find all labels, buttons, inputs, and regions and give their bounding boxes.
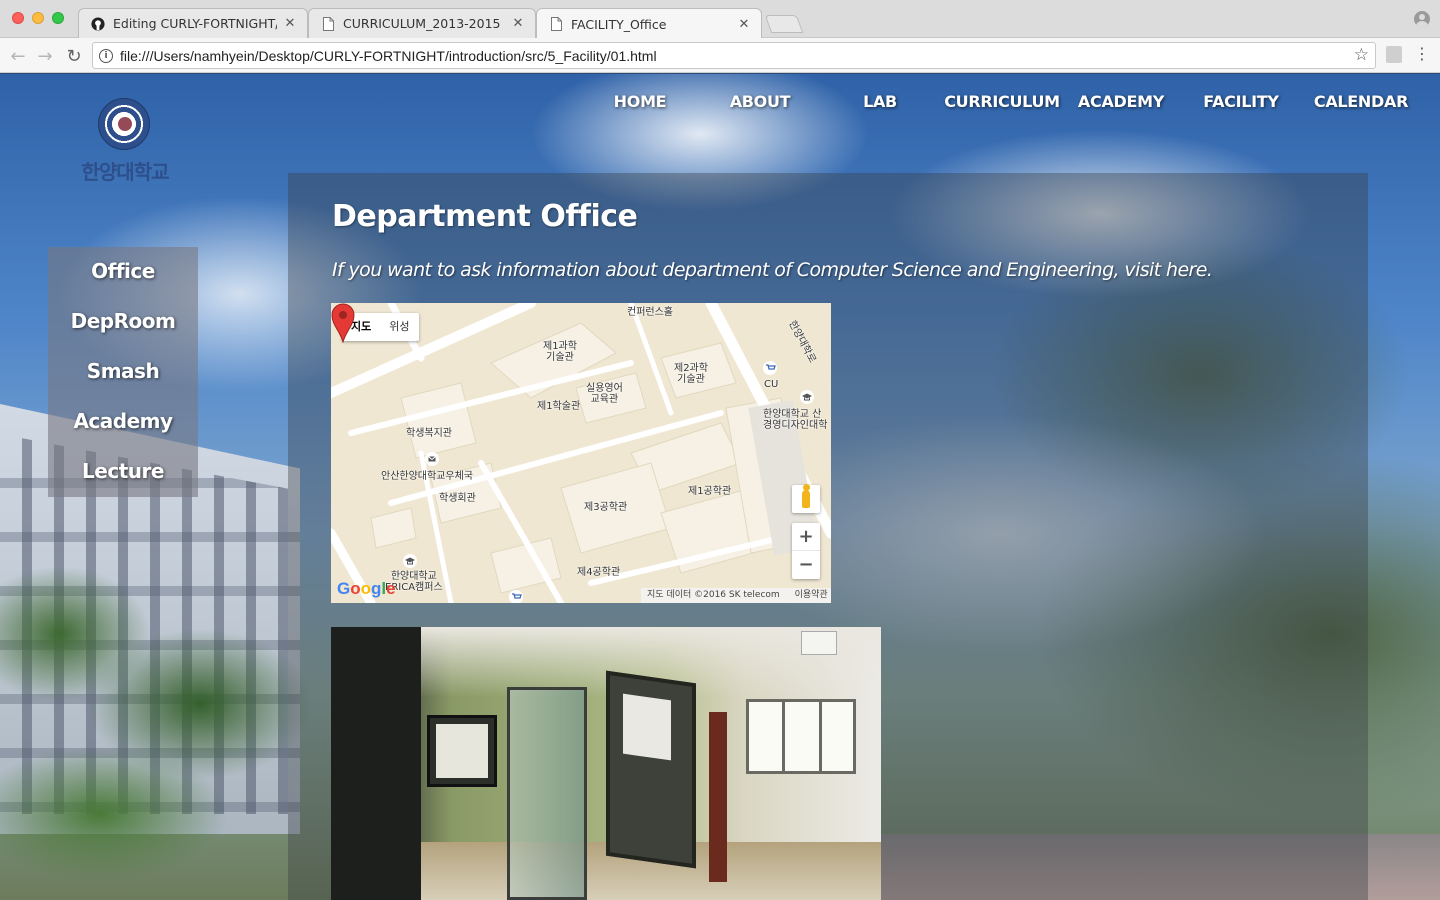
tab-close-icon[interactable]: ✕ <box>283 16 297 31</box>
map-label: CU <box>764 379 779 390</box>
map-label: 컨퍼런스홀 <box>627 307 673 318</box>
profile-icon[interactable] <box>1414 11 1430 27</box>
map-label: 안산한양대학교우체국 <box>381 471 473 482</box>
browser-tab-facility-office[interactable]: FACILITY_Office ✕ <box>536 8 762 39</box>
tab-title: FACILITY_Office <box>571 16 667 32</box>
side-item-office[interactable]: Office <box>48 259 198 283</box>
new-tab-button[interactable] <box>764 15 804 33</box>
map-label: 학생회관 <box>439 493 476 504</box>
map-label: 제3공학관 <box>584 502 628 513</box>
post-office-icon <box>425 452 439 466</box>
photo-red-door <box>709 712 727 882</box>
google-logo-letter: G <box>337 579 351 598</box>
map-terms-link[interactable]: 이용약관 <box>795 590 828 600</box>
map-label: 제4공학관 <box>577 567 621 578</box>
side-item-smash[interactable]: Smash <box>48 359 198 383</box>
top-navigation: HOME ABOUT LAB CURRICULUM ACADEMY FACILI… <box>580 92 1440 116</box>
tab-close-icon[interactable]: ✕ <box>737 17 751 32</box>
map-label: 제1학술관 <box>537 401 581 412</box>
nav-academy[interactable]: ACADEMY <box>1061 92 1181 111</box>
map-label: 학생복지관 <box>406 428 452 439</box>
photo-notice-paper <box>623 693 671 761</box>
university-seal-icon <box>98 98 150 150</box>
map-type-satellite-button[interactable]: 위성 <box>380 313 418 341</box>
address-bar[interactable]: i file:///Users/namhyein/Desktop/CURLY-F… <box>92 42 1376 69</box>
zoom-control: + − <box>792 523 820 579</box>
map-data-credit: 지도 데이터 ©2016 SK telecom <box>647 590 780 600</box>
browser-tab-bar: Editing CURLY-FORTNIGHT/RE ✕ CURRICULUM_… <box>0 0 1440 39</box>
document-icon <box>321 16 335 31</box>
shopping-cart-icon <box>763 361 777 375</box>
map-attribution: 지도 데이터 ©2016 SK telecom 이용약관 <box>641 588 831 603</box>
shopping-cart-icon <box>509 590 523 603</box>
map-label: 제1과학 기술관 <box>543 341 577 363</box>
reload-icon[interactable]: ↻ <box>63 45 85 67</box>
nav-lab[interactable]: LAB <box>820 92 940 111</box>
photo-door-frame <box>331 627 421 900</box>
browser-tab-curriculum[interactable]: CURRICULUM_2013-2015 ✕ <box>308 8 536 38</box>
nav-home[interactable]: HOME <box>580 92 700 111</box>
google-logo-letter: o <box>350 579 361 598</box>
close-window-button[interactable] <box>12 12 24 24</box>
nav-calendar[interactable]: CALENDAR <box>1301 92 1421 111</box>
back-arrow-icon[interactable]: ← <box>7 45 29 67</box>
tab-close-icon[interactable]: ✕ <box>511 16 525 31</box>
school-icon <box>800 390 814 404</box>
map-marker-icon[interactable] <box>331 303 355 343</box>
github-icon <box>91 16 105 31</box>
bookmark-star-icon[interactable]: ☆ <box>1354 45 1369 65</box>
nav-curriculum[interactable]: CURRICULUM <box>942 92 1062 111</box>
side-menu: Office DepRoom Smash Academy Lecture <box>48 247 198 497</box>
school-icon <box>403 554 417 568</box>
google-map[interactable]: 지도 위성 컨퍼런스홀 제1과학 기술관 제2과학 기술관 실용영어 교육관 제… <box>331 303 831 603</box>
document-icon <box>549 17 563 31</box>
url-text[interactable]: file:///Users/namhyein/Desktop/CURLY-FOR… <box>120 48 657 64</box>
nav-about[interactable]: ABOUT <box>700 92 820 111</box>
university-logo[interactable]: 한양대학교 <box>78 98 172 184</box>
page-description: If you want to ask information about dep… <box>332 259 1213 281</box>
logo-text: 한양대학교 <box>81 160 170 184</box>
photo-glass-door <box>507 687 587 900</box>
forward-arrow-icon[interactable]: → <box>34 45 56 67</box>
info-icon[interactable]: i <box>99 48 113 63</box>
page-title: Department Office <box>332 199 638 234</box>
map-label: 제1공학관 <box>688 486 732 497</box>
map-label: 제2과학 기술관 <box>674 363 708 385</box>
office-photo <box>331 627 881 900</box>
photo-wall-sign <box>427 715 497 787</box>
browser-tab-github[interactable]: Editing CURLY-FORTNIGHT/RE ✕ <box>78 8 308 38</box>
tab-title: CURRICULUM_2013-2015 <box>343 16 501 31</box>
photo-window <box>746 699 856 774</box>
background-trees <box>0 554 320 900</box>
minimize-window-button[interactable] <box>32 12 44 24</box>
side-item-deproom[interactable]: DepRoom <box>48 309 198 333</box>
zoom-window-button[interactable] <box>52 12 64 24</box>
map-label: 한양대학교 산 경영디자인대학 <box>763 409 828 431</box>
map-label: 실용영어 교육관 <box>586 383 623 405</box>
nav-facility[interactable]: FACILITY <box>1181 92 1301 111</box>
zoom-out-button[interactable]: − <box>792 551 820 579</box>
google-logo[interactable]: Google <box>337 579 396 599</box>
extension-icon[interactable] <box>1386 46 1402 63</box>
zoom-in-button[interactable]: + <box>792 523 820 551</box>
google-logo-letter: o <box>360 579 372 598</box>
side-item-academy[interactable]: Academy <box>48 409 198 433</box>
page-background: 한양대학교 HOME ABOUT LAB CURRICULUM ACADEMY … <box>0 74 1440 900</box>
side-item-lecture[interactable]: Lecture <box>48 459 198 483</box>
browser-menu-icon[interactable]: ⋮ <box>1414 44 1430 64</box>
street-view-pegman-icon[interactable] <box>792 484 820 513</box>
browser-toolbar: ← → ↻ i file:///Users/namhyein/Desktop/C… <box>0 38 1440 73</box>
tab-title: Editing CURLY-FORTNIGHT/RE <box>113 16 277 31</box>
photo-ceiling-light <box>801 631 837 655</box>
google-logo-letter: g <box>371 579 382 598</box>
google-logo-letter: e <box>386 579 396 598</box>
